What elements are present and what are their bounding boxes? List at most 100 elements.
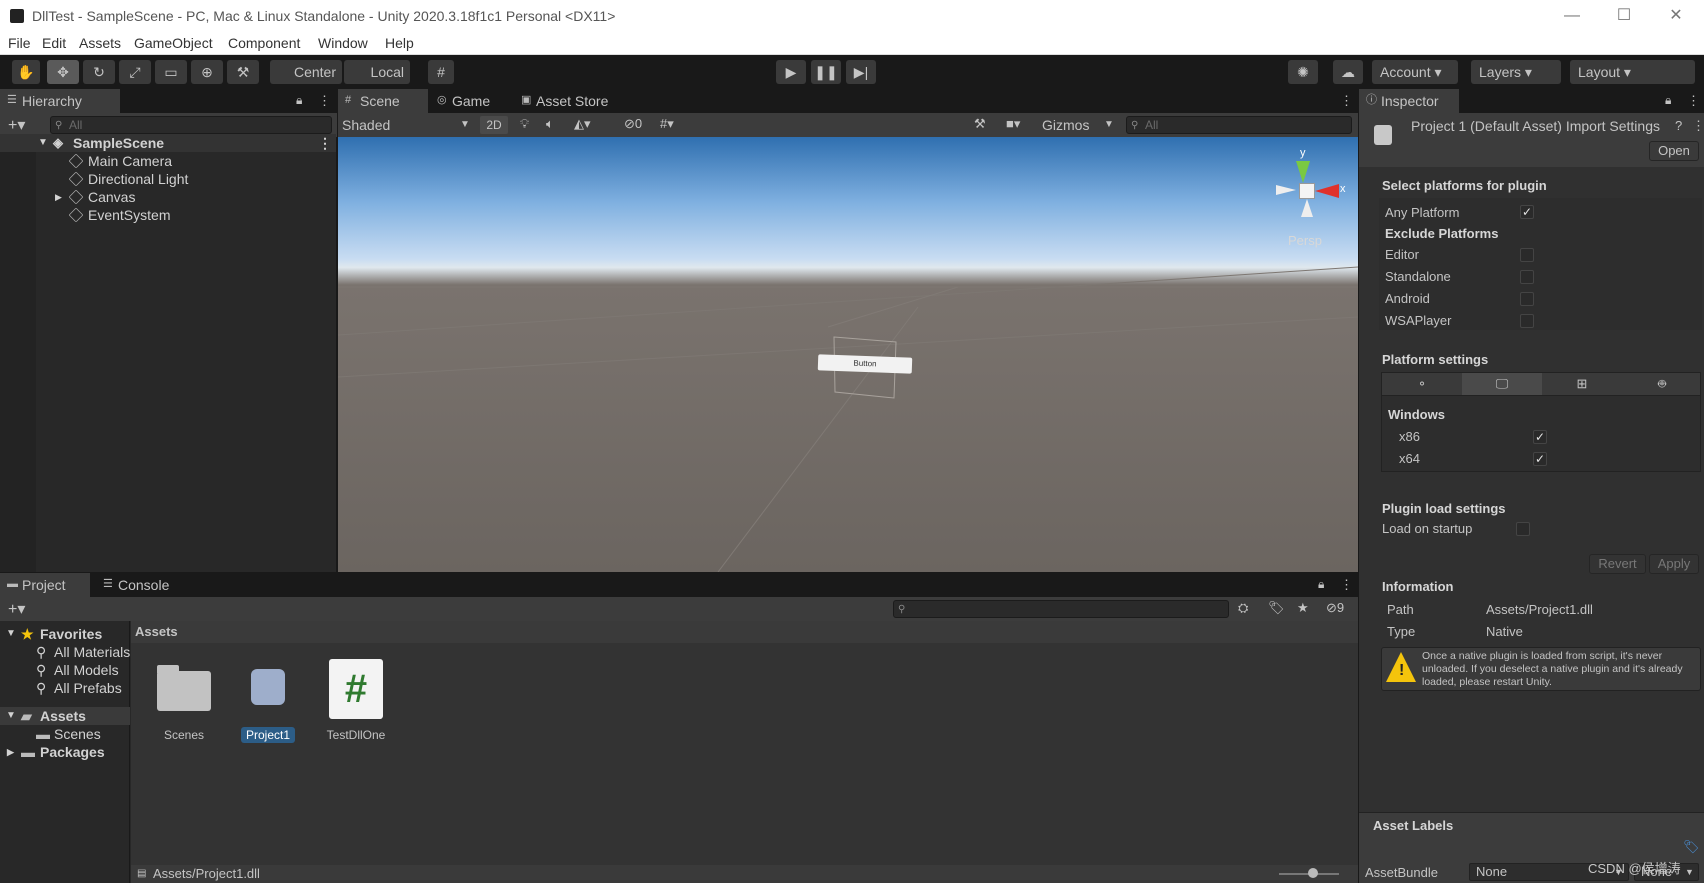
scale-tool-icon[interactable]: ⤢ — [119, 60, 151, 84]
list-item[interactable]: ▬ Scenes — [0, 725, 130, 743]
grid-toggle-icon[interactable]: #▾ — [660, 116, 674, 132]
packages-row[interactable]: ▶ ▬ Packages — [0, 743, 130, 761]
any-platform-checkbox[interactable]: ✓ — [1520, 205, 1534, 219]
hidden-packages-icon[interactable]: ⊘9 — [1326, 600, 1344, 616]
menu-help[interactable]: Help — [385, 35, 414, 51]
pivot-center-toggle[interactable]: Center — [270, 60, 342, 84]
more-menu-icon[interactable]: ⋮ — [318, 93, 331, 109]
menu-assets[interactable]: Assets — [79, 35, 121, 51]
step-button[interactable]: ▶| — [846, 60, 876, 84]
menu-gameobject[interactable]: GameObject — [134, 35, 213, 51]
list-item[interactable]: ▶ Canvas — [0, 188, 336, 206]
help-icon[interactable]: ? — [1675, 118, 1682, 133]
asset-item-selected[interactable]: Project1 — [237, 661, 299, 751]
lock-icon[interactable]: 🔒︎ — [1665, 93, 1671, 108]
cloud-icon[interactable]: ☁ — [1333, 60, 1363, 84]
favorites-row[interactable]: ▼ ★ Favorites — [0, 625, 130, 643]
x86-checkbox[interactable]: ✓ — [1533, 430, 1547, 444]
pause-button[interactable]: ❚❚ — [811, 60, 841, 84]
apply-button[interactable]: Apply — [1649, 554, 1699, 574]
exclude-android-checkbox[interactable] — [1520, 292, 1534, 306]
camera-icon[interactable]: ■▾ — [1006, 116, 1020, 132]
grid-snap-icon[interactable]: # — [428, 60, 454, 84]
filter-type-icon[interactable]: ⛭ — [1238, 600, 1248, 616]
collab-icon[interactable]: ✺ — [1288, 60, 1318, 84]
platform-tab-windows-icon[interactable]: ⊞ — [1542, 373, 1622, 395]
more-menu-icon[interactable]: ⋮ — [1340, 93, 1353, 109]
tab-inspector[interactable]: ⓘ Inspector — [1359, 89, 1459, 113]
orientation-gizmo[interactable]: y x Persp — [1268, 147, 1358, 248]
list-item[interactable]: ⚲ All Models — [0, 661, 130, 679]
minimize-button[interactable]: — — [1546, 4, 1598, 28]
layout-dropdown[interactable]: Layout ▾ — [1570, 60, 1695, 84]
maximize-button[interactable]: ☐ — [1598, 4, 1650, 28]
2d-toggle[interactable]: 2D — [480, 116, 508, 134]
breadcrumb[interactable]: Assets — [131, 621, 1358, 643]
transform-tool-icon[interactable]: ⊕ — [191, 60, 223, 84]
menu-window[interactable]: Window — [318, 35, 368, 51]
custom-tool-icon[interactable]: ⚒ — [227, 60, 259, 84]
slider-handle[interactable] — [1308, 868, 1318, 878]
scene-search-input[interactable]: ⚲ All — [1126, 116, 1352, 134]
tab-project[interactable]: ▬ Project — [0, 573, 90, 597]
tab-hierarchy[interactable]: ☰ Hierarchy — [0, 89, 120, 113]
hand-tool-icon[interactable]: ✋ — [12, 60, 40, 84]
tab-scene[interactable]: # Scene — [338, 89, 428, 113]
list-item[interactable]: Main Camera — [0, 152, 336, 170]
move-tool-icon[interactable]: ✥ — [47, 60, 79, 84]
scene-viewport[interactable]: Button y x Persp — [338, 137, 1358, 572]
tab-asset-store[interactable]: ▣ Asset Store — [514, 89, 624, 113]
lighting-icon[interactable]: 💡︎ — [520, 116, 529, 132]
list-item[interactable]: ⚲ All Prefabs — [0, 679, 130, 697]
assets-row[interactable]: ▼ ▰ Assets — [0, 707, 130, 725]
platform-tab-android-icon[interactable]: 🤖︎ — [1622, 373, 1702, 395]
tab-console[interactable]: ☰ Console — [96, 573, 186, 597]
expand-arrow-icon[interactable]: ▼ — [38, 134, 48, 152]
platform-tab-standalone-icon[interactable]: 🖵︎ — [1462, 373, 1542, 395]
effects-icon[interactable]: ◭▾ — [574, 116, 591, 132]
list-item[interactable]: ⚲ All Materials — [0, 643, 130, 661]
asset-item[interactable]: Scenes — [153, 661, 215, 751]
more-menu-icon[interactable]: ⋮ — [1687, 93, 1700, 109]
gizmos-dropdown[interactable]: Gizmos ▼ — [1042, 116, 1117, 134]
project-search-input[interactable]: ⚲ — [893, 600, 1229, 618]
settings-menu-icon[interactable]: ⋮ — [1692, 118, 1704, 134]
add-icon[interactable]: +▾ — [8, 115, 25, 135]
list-item[interactable]: EventSystem — [0, 206, 336, 224]
persp-label[interactable]: Persp — [1288, 233, 1322, 248]
asset-item[interactable]: # TestDllOne — [321, 657, 391, 747]
revert-button[interactable]: Revert — [1589, 554, 1646, 574]
list-item[interactable]: Directional Light — [0, 170, 336, 188]
open-button[interactable]: Open — [1649, 141, 1699, 161]
more-menu-icon[interactable]: ⋮ — [1340, 577, 1353, 593]
lock-icon[interactable]: 🔒︎ — [1318, 577, 1324, 592]
tab-game[interactable]: ◎ Game — [430, 89, 510, 113]
tools-icon[interactable]: ⚒ — [974, 116, 986, 132]
hidden-objects-icon[interactable]: ⊘0 — [624, 116, 642, 132]
exclude-editor-checkbox[interactable] — [1520, 248, 1534, 262]
rotate-tool-icon[interactable]: ↻ — [83, 60, 115, 84]
favorite-star-icon[interactable]: ★ — [1297, 600, 1309, 616]
menu-file[interactable]: File — [8, 35, 31, 51]
scene-menu-icon[interactable]: ⋮ — [318, 134, 332, 152]
load-on-startup-checkbox[interactable] — [1516, 522, 1530, 536]
expand-arrow-icon[interactable]: ▶ — [55, 188, 62, 206]
play-button[interactable]: ▶ — [776, 60, 806, 84]
platform-tab-default-icon[interactable]: ⚬ — [1382, 373, 1462, 395]
label-icon[interactable]: 🏷︎ — [1268, 600, 1285, 616]
rect-tool-icon[interactable]: ▭ — [155, 60, 187, 84]
shading-dropdown[interactable]: Shaded ▼ — [342, 116, 474, 134]
close-button[interactable]: ✕ — [1650, 4, 1702, 28]
exclude-standalone-checkbox[interactable] — [1520, 270, 1534, 284]
menu-edit[interactable]: Edit — [42, 35, 66, 51]
account-dropdown[interactable]: Account ▾ — [1372, 60, 1458, 84]
layers-dropdown[interactable]: Layers ▾ — [1471, 60, 1561, 84]
tag-icon[interactable]: 🏷︎ — [1683, 839, 1700, 855]
exclude-wsaplayer-checkbox[interactable] — [1520, 314, 1534, 328]
menu-component[interactable]: Component — [228, 35, 300, 51]
pivot-local-toggle[interactable]: Local — [344, 60, 410, 84]
audio-icon[interactable]: 🔈︎ — [546, 116, 554, 132]
hierarchy-search-input[interactable]: ⚲ All — [50, 116, 332, 134]
add-icon[interactable]: +▾ — [8, 599, 25, 619]
scene-button-object[interactable]: Button — [817, 354, 913, 374]
